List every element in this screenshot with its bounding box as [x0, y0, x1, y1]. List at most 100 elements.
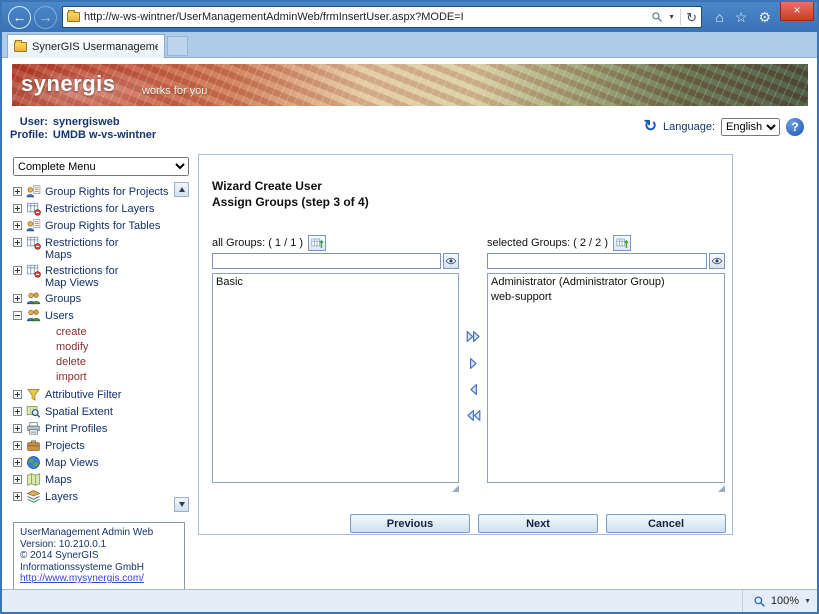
- cancel-button[interactable]: Cancel: [606, 514, 726, 533]
- all-groups-header: all Groups: ( 1 / 1 ): [212, 235, 326, 251]
- back-button[interactable]: ←: [8, 6, 31, 29]
- scroll-down-button[interactable]: [174, 497, 189, 512]
- expand-icon[interactable]: [13, 187, 22, 196]
- sidebar-item-users[interactable]: Users: [13, 308, 171, 323]
- browser-window: ← → ▼ ↻ ⌂ ☆ ⚙ × SynerGIS Usermanagement …: [0, 0, 819, 614]
- refresh-icon[interactable]: ↻: [686, 11, 697, 24]
- filter-eye-icon: [445, 255, 457, 267]
- tab-synergis-usermanagement[interactable]: SynerGIS Usermanagement ...: [7, 34, 165, 58]
- menu-filter-select[interactable]: Complete Menu: [13, 157, 189, 176]
- print-profiles-icon: [26, 421, 41, 436]
- grid-arrow-icon: [311, 237, 324, 250]
- all-groups-filter-button[interactable]: [443, 253, 459, 269]
- map-views-icon: [26, 455, 41, 470]
- reload-all-groups-button[interactable]: [308, 235, 326, 251]
- filter-eye-icon: [711, 255, 723, 267]
- profile-label: Profile:: [10, 129, 48, 141]
- sidebar-item-maps[interactable]: Maps: [13, 472, 171, 487]
- resize-grip[interactable]: [452, 485, 459, 492]
- previous-button[interactable]: Previous: [350, 514, 470, 533]
- selected-groups-list[interactable]: Administrator (Administrator Group) web-…: [487, 273, 725, 483]
- sidebar-item-attributive-filter[interactable]: Attributive Filter: [13, 387, 171, 402]
- expand-icon[interactable]: [13, 492, 22, 501]
- language-select[interactable]: English: [721, 118, 780, 136]
- sidebar-item-label: Projects: [45, 438, 85, 452]
- selected-groups-filter-input[interactable]: [487, 253, 707, 269]
- sidebar-item-label: Map Views: [45, 455, 99, 469]
- tree-scrollbar[interactable]: [174, 182, 189, 512]
- search-icon[interactable]: [651, 11, 663, 23]
- move-selected-left-button[interactable]: [465, 381, 482, 398]
- address-input[interactable]: [84, 11, 647, 23]
- selected-groups-header: selected Groups: ( 2 / 2 ): [487, 235, 631, 251]
- restrictions-layers-icon: [26, 201, 41, 216]
- sidebar-item-modify[interactable]: modify: [13, 340, 171, 355]
- move-selected-right-button[interactable]: [465, 355, 482, 372]
- tools-icon[interactable]: ⚙: [758, 9, 771, 25]
- user-label: User:: [10, 116, 48, 128]
- sidebar-item-restrictions-for-layers[interactable]: Restrictions for Layers: [13, 201, 171, 216]
- browser-toolbar-icons: ⌂ ☆ ⚙: [715, 9, 771, 25]
- about-app-name: UserManagement Admin Web: [20, 527, 178, 539]
- sidebar-item-group-rights-for-tables[interactable]: Group Rights for Tables: [13, 218, 171, 233]
- expand-icon[interactable]: [13, 390, 22, 399]
- sidebar-item-layers[interactable]: Layers: [13, 489, 171, 504]
- sidebar-item-label: Restrictions for Map Views: [45, 263, 118, 289]
- page: synergis works for you User: synergisweb…: [2, 58, 817, 589]
- forward-button[interactable]: →: [34, 6, 57, 29]
- expand-icon[interactable]: [13, 266, 22, 275]
- list-item[interactable]: web-support: [490, 290, 722, 305]
- expand-icon[interactable]: [13, 204, 22, 213]
- close-button[interactable]: ×: [780, 2, 814, 21]
- expand-icon[interactable]: [13, 424, 22, 433]
- new-tab-button[interactable]: [167, 36, 188, 56]
- expand-icon[interactable]: [13, 441, 22, 450]
- list-item[interactable]: Administrator (Administrator Group): [490, 275, 722, 290]
- help-icon[interactable]: ?: [786, 118, 804, 136]
- expand-icon[interactable]: [13, 407, 22, 416]
- sidebar-item-spatial-extent[interactable]: Spatial Extent: [13, 404, 171, 419]
- sidebar-item-create[interactable]: create: [13, 325, 171, 340]
- language-label: Language:: [663, 121, 715, 133]
- move-all-left-button[interactable]: [465, 407, 482, 424]
- sidebar-item-label: Restrictions for Layers: [45, 201, 154, 215]
- resize-grip[interactable]: [718, 485, 725, 492]
- favorites-icon[interactable]: ☆: [735, 9, 748, 25]
- status-bar: 100% ▼: [2, 589, 817, 612]
- sidebar-item-label: Maps: [45, 472, 72, 486]
- synergis-link[interactable]: http://www.mysynergis.com/: [20, 573, 144, 584]
- address-bar[interactable]: ▼ ↻: [62, 6, 702, 28]
- move-all-right-button[interactable]: [465, 328, 482, 345]
- expand-icon[interactable]: [13, 294, 22, 303]
- expand-icon[interactable]: [13, 475, 22, 484]
- maps-icon: [26, 472, 41, 487]
- next-button[interactable]: Next: [478, 514, 598, 533]
- all-groups-list[interactable]: Basic: [212, 273, 459, 483]
- sidebar-item-import[interactable]: import: [13, 370, 171, 385]
- home-icon[interactable]: ⌂: [715, 9, 723, 25]
- expand-icon[interactable]: [13, 458, 22, 467]
- collapse-icon[interactable]: [13, 311, 22, 320]
- zoom-control[interactable]: 100% ▼: [742, 590, 811, 612]
- user-value: synergisweb: [53, 116, 156, 128]
- expand-icon[interactable]: [13, 221, 22, 230]
- selected-groups-filter-button[interactable]: [709, 253, 725, 269]
- sidebar-item-group-rights-for-projects[interactable]: Group Rights for Projects: [13, 184, 171, 199]
- sidebar-item-groups[interactable]: Groups: [13, 291, 171, 306]
- sidebar-item-delete[interactable]: delete: [13, 355, 171, 370]
- zoom-icon: [753, 595, 766, 608]
- reload-selected-groups-button[interactable]: [613, 235, 631, 251]
- expand-icon[interactable]: [13, 238, 22, 247]
- search-dropdown-icon[interactable]: ▼: [668, 14, 675, 21]
- list-item[interactable]: Basic: [215, 275, 456, 290]
- sidebar-item-restrictions-for-maps[interactable]: Restrictions for Maps: [13, 235, 171, 261]
- attributive-filter-icon: [26, 387, 41, 402]
- sidebar-item-print-profiles[interactable]: Print Profiles: [13, 421, 171, 436]
- all-groups-filter-input[interactable]: [212, 253, 441, 269]
- sidebar-item-restrictions-for-map-views[interactable]: Restrictions for Map Views: [13, 263, 171, 289]
- sidebar-item-projects[interactable]: Projects: [13, 438, 171, 453]
- refresh-page-icon[interactable]: ↻: [644, 119, 657, 135]
- scroll-up-button[interactable]: [174, 182, 189, 197]
- sidebar-item-map-views[interactable]: Map Views: [13, 455, 171, 470]
- all-groups-label: all Groups:: [212, 237, 265, 249]
